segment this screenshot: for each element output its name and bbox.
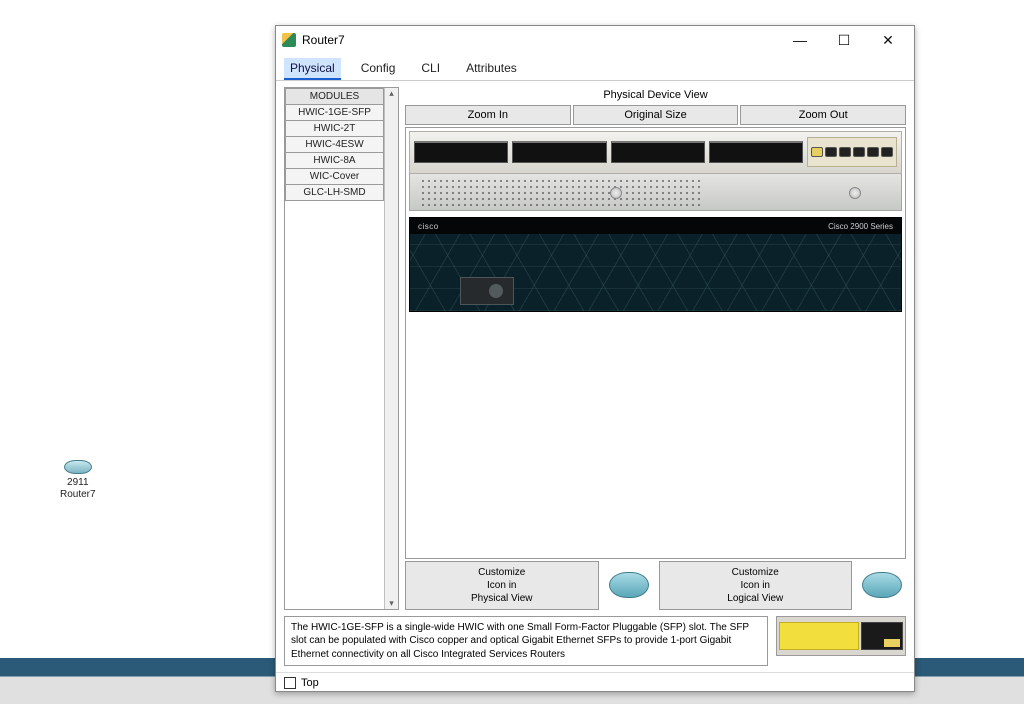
hwic-slot[interactable] (709, 141, 803, 163)
chassis-rear[interactable] (409, 131, 902, 211)
device-model-label: 2911 (60, 477, 96, 489)
footer-bar: Top (276, 672, 914, 691)
hwic-slot[interactable] (611, 141, 705, 163)
scroll-up-icon[interactable]: ▴ (389, 88, 394, 99)
customize-physical-button[interactable]: Customize Icon in Physical View (405, 561, 599, 610)
module-item[interactable]: HWIC-1GE-SFP (285, 105, 384, 121)
physical-device-view-title: Physical Device View (405, 87, 906, 103)
physical-icon-preview (605, 561, 653, 610)
series-label: Cisco 2900 Series (828, 222, 893, 231)
router-icon (64, 460, 92, 474)
window-title: Router7 (302, 33, 345, 47)
port-icon[interactable] (853, 147, 865, 157)
port-icon[interactable] (811, 147, 823, 157)
front-bay (460, 277, 514, 305)
tab-cli[interactable]: CLI (415, 58, 446, 80)
top-checkbox-label: Top (301, 677, 319, 689)
modules-panel: MODULES HWIC-1GE-SFP HWIC-2T HWIC-4ESW H… (284, 87, 399, 610)
top-checkbox[interactable] (284, 677, 296, 689)
customize-row: Customize Icon in Physical View Customiz… (405, 561, 906, 610)
tab-attributes[interactable]: Attributes (460, 58, 523, 80)
device-window: Router7 — ☐ ✕ Physical Config CLI Attrib… (275, 25, 915, 692)
chassis-front[interactable]: cisco Cisco 2900 Series (409, 217, 902, 312)
scroll-down-icon[interactable]: ▾ (389, 598, 394, 609)
app-icon (282, 33, 296, 47)
zoom-out-button[interactable]: Zoom Out (740, 105, 906, 125)
module-thumbnail[interactable] (776, 616, 906, 656)
tab-config[interactable]: Config (355, 58, 402, 80)
modules-list: MODULES HWIC-1GE-SFP HWIC-2T HWIC-4ESW H… (285, 88, 384, 609)
port-icon[interactable] (881, 147, 893, 157)
warning-sticker-icon (779, 622, 859, 650)
cisco-logo: cisco (418, 222, 439, 231)
module-description: The HWIC-1GE-SFP is a single-wide HWIC w… (284, 616, 768, 667)
screw-icon (610, 187, 622, 199)
original-size-button[interactable]: Original Size (573, 105, 739, 125)
physical-view-pane: Physical Device View Zoom In Original Si… (405, 87, 906, 610)
vent-pattern (420, 178, 701, 207)
customize-logical-button[interactable]: Customize Icon in Logical View (659, 561, 853, 610)
modules-scrollbar[interactable]: ▴ ▾ (384, 88, 398, 609)
titlebar[interactable]: Router7 — ☐ ✕ (276, 26, 914, 54)
close-button[interactable]: ✕ (866, 27, 910, 53)
zoom-controls: Zoom In Original Size Zoom Out (405, 105, 906, 125)
desktop-device-icon[interactable]: 2911 Router7 (60, 460, 96, 501)
module-item[interactable]: HWIC-2T (285, 121, 384, 137)
lower-pane: The HWIC-1GE-SFP is a single-wide HWIC w… (284, 616, 906, 667)
minimize-button[interactable]: — (778, 27, 822, 53)
zoom-in-button[interactable]: Zoom In (405, 105, 571, 125)
upper-pane: MODULES HWIC-1GE-SFP HWIC-2T HWIC-4ESW H… (284, 87, 906, 610)
onboard-ports[interactable] (807, 137, 897, 167)
sfp-slot-icon (861, 622, 903, 650)
logical-icon-preview (858, 561, 906, 610)
device-name-label: Router7 (60, 489, 96, 501)
port-icon[interactable] (867, 147, 879, 157)
modules-header: MODULES (285, 88, 384, 105)
content-area: MODULES HWIC-1GE-SFP HWIC-2T HWIC-4ESW H… (276, 81, 914, 672)
maximize-button[interactable]: ☐ (822, 27, 866, 53)
router-icon (609, 572, 649, 598)
module-item[interactable]: WIC-Cover (285, 169, 384, 185)
tab-bar: Physical Config CLI Attributes (276, 54, 914, 81)
module-item[interactable]: HWIC-8A (285, 153, 384, 169)
module-item[interactable]: HWIC-4ESW (285, 137, 384, 153)
router-icon (862, 572, 902, 598)
port-icon[interactable] (839, 147, 851, 157)
hwic-slot[interactable] (512, 141, 606, 163)
port-icon[interactable] (825, 147, 837, 157)
hwic-slot[interactable] (414, 141, 508, 163)
screw-icon (849, 187, 861, 199)
device-canvas[interactable]: cisco Cisco 2900 Series (405, 127, 906, 559)
module-item[interactable]: GLC-LH-SMD (285, 185, 384, 201)
tab-physical[interactable]: Physical (284, 58, 341, 80)
